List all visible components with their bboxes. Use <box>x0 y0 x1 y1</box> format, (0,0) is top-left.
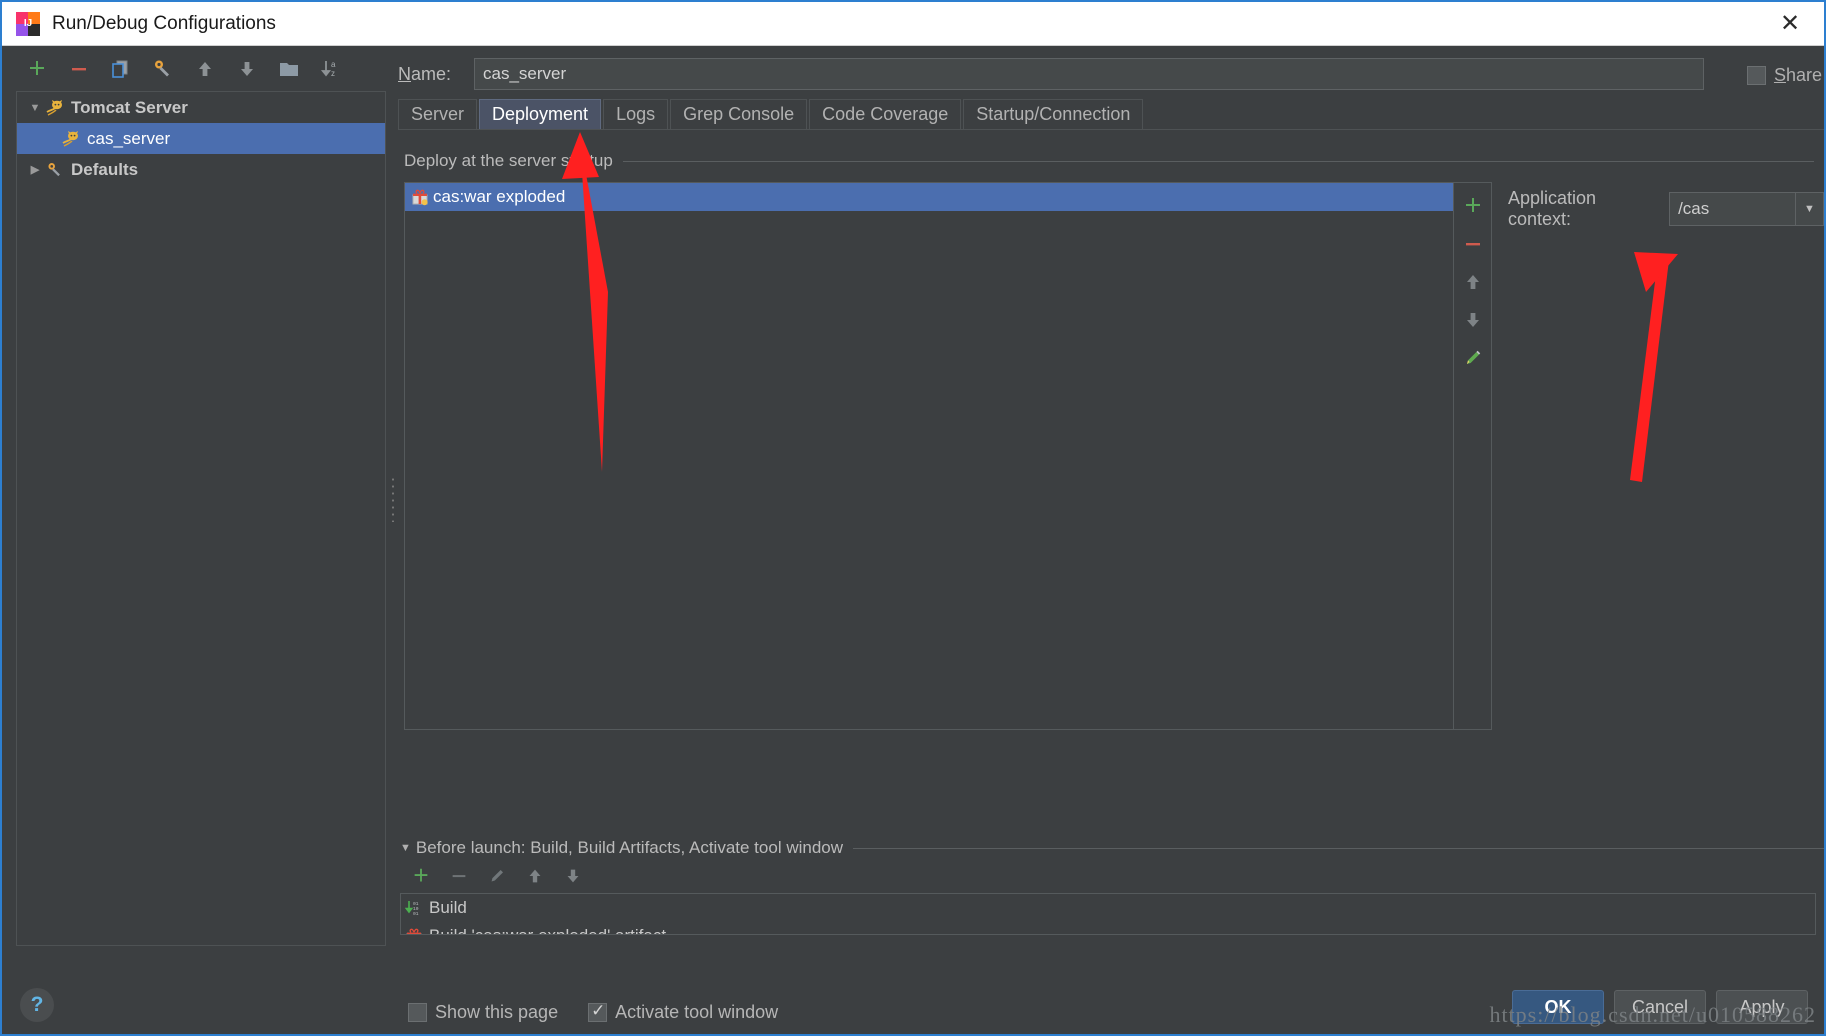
chevron-down-icon[interactable]: ▼ <box>1795 193 1823 225</box>
configuration-tabs[interactable]: Server Deployment Logs Grep Console Code… <box>398 99 1824 129</box>
configurations-panel: a z ▼ Tomcat Server cas_server ▶ Default… <box>4 47 392 950</box>
help-button[interactable]: ? <box>20 988 54 1022</box>
deployment-tab-content: Deploy at the server startup cas:war exp… <box>398 129 1824 829</box>
section-divider <box>622 160 1814 162</box>
show-this-page-checkbox[interactable]: Show this page <box>408 1002 558 1023</box>
copy-configuration-button[interactable] <box>102 50 140 88</box>
checkbox-box[interactable] <box>408 1002 427 1022</box>
artifact-label: cas:war exploded <box>433 187 566 206</box>
edit-defaults-wrench-button[interactable] <box>144 50 182 88</box>
edit-artifact-button[interactable] <box>1456 341 1490 375</box>
cancel-button[interactable]: Cancel <box>1614 990 1706 1024</box>
deployment-artifacts-list[interactable]: cas:war exploded <box>404 182 1454 730</box>
expand-arrow-icon[interactable]: ▼ <box>25 102 45 114</box>
expand-arrow-icon[interactable]: ▼ <box>400 842 411 854</box>
move-artifact-up-button[interactable] <box>1456 265 1490 299</box>
list-item[interactable]: cas:war exploded <box>405 183 1453 211</box>
move-up-button[interactable] <box>186 50 224 88</box>
add-artifact-button[interactable] <box>1456 189 1490 223</box>
task-label: Build 'cas:war exploded' artifact <box>429 926 666 934</box>
add-configuration-button[interactable] <box>18 50 56 88</box>
task-move-up-button[interactable] <box>520 861 550 891</box>
tomcat-icon <box>61 130 85 148</box>
create-folder-button[interactable] <box>270 50 308 88</box>
tree-node-label: Tomcat Server <box>71 97 188 117</box>
before-launch-toolbar <box>398 859 1824 893</box>
tree-node-label: Defaults <box>71 159 139 179</box>
tree-node-label: cas_server <box>87 128 171 148</box>
panel-splitter[interactable] <box>388 47 398 950</box>
list-item[interactable]: Build 'cas:war exploded' artifact <box>401 922 1815 934</box>
remove-task-button[interactable] <box>444 861 474 891</box>
tree-node-cas-server[interactable]: cas_server <box>17 123 385 154</box>
checkbox-label: Show this page <box>435 1001 559 1022</box>
remove-artifact-button[interactable] <box>1456 227 1490 261</box>
artifact-gift-icon <box>405 927 429 934</box>
share-label: Share <box>1773 65 1822 85</box>
share-checkbox-box[interactable] <box>1746 66 1766 85</box>
close-icon[interactable]: ✕ <box>1762 5 1818 43</box>
svg-text:01: 01 <box>413 911 419 917</box>
tab-deployment[interactable]: Deployment <box>479 99 602 129</box>
tab-code-coverage[interactable]: Code Coverage <box>809 99 962 129</box>
tree-node-tomcat-server[interactable]: ▼ Tomcat Server <box>17 92 385 123</box>
remove-configuration-button[interactable] <box>60 50 98 88</box>
wrench-icon <box>45 161 69 179</box>
tab-server[interactable]: Server <box>398 99 478 129</box>
dialog-button-bar: OK Cancel Apply <box>1502 990 1808 1024</box>
sort-alphabetically-button[interactable]: a z <box>312 50 350 88</box>
checkbox-box[interactable] <box>588 1001 608 1022</box>
share-checkbox[interactable]: Share <box>1746 65 1822 86</box>
configurations-tree[interactable]: ▼ Tomcat Server cas_server ▶ Defaults <box>16 91 386 946</box>
application-context-value: /cas <box>1678 199 1710 218</box>
tree-node-defaults[interactable]: ▶ Defaults <box>17 154 385 185</box>
configurations-toolbar: a z <box>4 47 392 91</box>
svg-text:a: a <box>331 60 336 69</box>
before-launch-header[interactable]: ▼ Before launch: Build, Build Artifacts,… <box>398 837 1824 859</box>
name-label: Name: <box>398 63 452 84</box>
application-context-label: Application context: <box>1508 188 1597 229</box>
title-bar: IJ Run/Debug Configurations ✕ <box>2 2 1824 46</box>
before-launch-section: ▼ Before launch: Build, Build Artifacts,… <box>398 837 1824 950</box>
deployment-side-toolbar <box>1454 182 1492 730</box>
logo-text: IJ <box>23 17 33 29</box>
task-label: Build <box>429 898 467 917</box>
ok-button[interactable]: OK <box>1512 990 1604 1024</box>
task-move-down-button[interactable] <box>558 861 588 891</box>
collapse-arrow-icon[interactable]: ▶ <box>25 163 45 176</box>
application-context-combobox[interactable]: /cas ▼ <box>1669 192 1824 226</box>
tomcat-icon <box>45 99 69 117</box>
before-launch-title: Before launch: Build, Build Artifacts, A… <box>415 838 844 857</box>
move-down-button[interactable] <box>228 50 266 88</box>
dialog-title: Run/Debug Configurations <box>52 12 276 34</box>
apply-button[interactable]: Apply <box>1716 990 1808 1024</box>
name-input[interactable] <box>474 58 1704 90</box>
add-task-button[interactable] <box>406 861 436 891</box>
tab-grep-console[interactable]: Grep Console <box>670 99 808 129</box>
list-item[interactable]: 01 10 01 Build <box>401 894 1815 922</box>
deploy-section-header: Deploy at the server startup <box>404 150 1814 172</box>
edit-task-button[interactable] <box>482 861 512 891</box>
run-debug-configurations-dialog: IJ Run/Debug Configurations ✕ a z ▼ Tomc… <box>0 0 1826 1036</box>
name-row: Name: Share <box>398 53 1824 95</box>
build-icon: 01 10 01 <box>405 899 429 917</box>
checkbox-label: Activate tool window <box>615 1001 779 1022</box>
activate-tool-window-checkbox[interactable]: Activate tool window <box>588 1001 779 1023</box>
application-context-row: Application context: /cas ▼ <box>1508 188 1824 230</box>
deploy-section-title: Deploy at the server startup <box>404 151 613 170</box>
move-artifact-down-button[interactable] <box>1456 303 1490 337</box>
tab-startup-connection[interactable]: Startup/Connection <box>963 99 1144 129</box>
svg-text:z: z <box>331 69 335 78</box>
tab-logs[interactable]: Logs <box>603 99 669 129</box>
configuration-editor-panel: Name: Share Server Deployment Logs Grep … <box>398 47 1824 1022</box>
section-divider <box>853 847 1824 849</box>
artifact-gift-icon <box>411 188 433 206</box>
before-launch-tasks-list[interactable]: 01 10 01 Build <box>400 893 1816 935</box>
splitter-grip-icon <box>391 475 395 522</box>
intellij-logo-icon: IJ <box>16 11 40 36</box>
